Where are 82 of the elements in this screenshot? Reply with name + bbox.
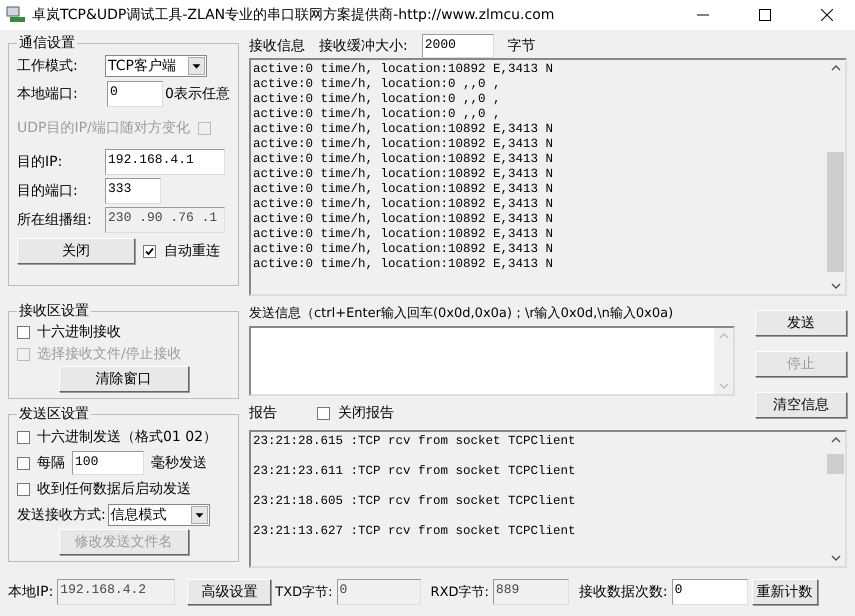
checkbox[interactable] [17,430,30,444]
checkbox[interactable] [17,456,30,470]
log-line: active:0 time/h, location:10892 E,3413 N [253,152,554,167]
advanced-settings-button[interactable]: 高级设置 [187,579,272,605]
scrollbar-thumb[interactable] [827,454,844,474]
chevron-up-icon[interactable] [830,64,840,71]
option-label: 十六进制接收 [37,323,121,341]
unit-label: 字节 [508,37,536,55]
option-label: 关闭报告 [338,404,394,422]
field-label: RXD字节: [430,584,489,601]
input-field[interactable]: 889 [492,579,569,605]
field-label: 接收缓冲大小: [319,37,408,55]
report-text-area[interactable]: 23:21:28.615 :TCP rcv from socket TCPClient 23:21:23.611 :TCP rcv from socket TCPClient 23:21:18.605 :TCP rcv from socket TCPClient 23:21:13.627 :TCP rcv from socket TCPClient [249,430,847,568]
receive-text-area[interactable] [249,58,847,296]
group-title: 接收区设置 [18,302,90,320]
option-label: 每隔 [37,454,65,472]
report-line: 23:21:28.615 :TCP rcv from socket TCPClient [253,433,577,450]
input-field[interactable]: 192.168.4.1 [105,149,225,175]
field-label: TXD字节: [275,584,333,601]
app-icon [6,6,26,24]
send-text-area[interactable] [249,326,735,396]
maximize-icon[interactable] [759,9,771,21]
report-line: 23:21:23.611 :TCP rcv from socket TCPClient [253,463,577,480]
input-field[interactable]: 0 [107,81,163,107]
input-field[interactable]: 0 [336,579,421,605]
log-line: active:0 time/h, location:10892 E,3413 N [253,122,554,137]
group-title: 发送区设置 [18,405,90,423]
option-label: 十六进制发送（格式01 02） [37,428,218,446]
log-line: active:0 time/h, location:10892 E,3413 N [253,197,554,212]
close-icon[interactable] [821,9,833,21]
field-label: 发送接收方式: [17,506,106,524]
input-field[interactable]: 0 [672,579,748,605]
log-line: active:0 time/h, location:0 ,,0 , [253,107,502,122]
input-field[interactable]: 100 [72,451,144,475]
input-field[interactable]: 192.168.4.2 [57,579,176,605]
field-label: 接收数据次数: [578,583,668,601]
action-button[interactable]: 发送 [755,310,847,336]
unit-label: 毫秒发送 [151,454,207,472]
section-title: 报告 [249,404,277,422]
option-label: UDP目的IP/端口随对方变化 [17,119,190,137]
checkbox[interactable] [17,482,30,496]
chevron-down-icon[interactable] [830,555,840,562]
report-line: 23:21:18.605 :TCP rcv from socket TCPClient [253,493,577,510]
checkbox[interactable] [317,406,330,420]
log-line: active:0 time/h, location:0 ,,0 , [253,92,502,107]
option-label: 收到任何数据后启动发送 [37,480,191,498]
window-title: 卓岚TCP&UDP调试工具-ZLAN专业的串口联网方案提供商-http://www.zlmcu.com [32,6,556,24]
log-line: active:0 time/h, location:10892 E,3413 N [253,212,554,227]
clear-window-button[interactable]: 清除窗口 [58,366,188,392]
log-line: active:0 time/h, location:10892 E,3413 N [253,242,554,257]
reset-count-button[interactable]: 重新计数 [752,579,818,605]
hint-text: 0表示任意 [165,85,230,103]
log-line: active:0 time/h, location:10892 E,3413 N [253,257,554,272]
action-button[interactable]: 清空信息 [755,392,847,418]
mode-dropdown[interactable]: 信息模式 [108,504,210,526]
field-label: 目的IP: [17,153,64,171]
log-line: active:0 time/h, location:10892 E,3413 N [253,137,554,152]
field-label: 本地IP: [8,583,54,601]
checkbox[interactable] [17,326,30,338]
log-line: active:0 time/h, location:10892 E,3413 N [253,62,554,77]
log-line: active:0 time/h, location:0 ,,0 , [253,77,502,92]
log-line: active:0 time/h, location:10892 E,3413 N [253,167,554,182]
field-label: 所在组播组: [17,211,93,229]
field-label: 工作模式: [17,57,79,75]
field-label: 本地端口: [17,85,79,103]
mode-dropdown[interactable]: TCP客户端 [105,55,207,77]
checkbox[interactable] [143,244,156,258]
scrollbar-thumb[interactable] [827,152,844,272]
input-field[interactable]: 2000 [422,34,494,58]
section-title: 发送信息（ctrl+Enter输入回车(0x0d,0x0a)；\r输入0x0d,\n输入0x0a) [249,305,674,322]
section-title: 接收信息 [249,37,305,55]
log-line: active:0 time/h, location:10892 E,3413 N [253,227,554,242]
close-button[interactable]: 关闭 [17,238,135,264]
option-label: 自动重连 [164,242,220,260]
field-label: 目的端口: [17,182,79,200]
report-line: 23:21:13.627 :TCP rcv from socket TCPClient [253,523,577,540]
chevron-up-icon[interactable] [830,436,840,443]
group-title: 通信设置 [18,34,76,52]
log-line: active:0 time/h, location:10892 E,3413 N [253,182,554,197]
input-field[interactable]: 333 [105,178,161,204]
chevron-down-icon[interactable] [830,283,840,290]
option-label: 选择接收文件/停止接收 [37,345,182,363]
